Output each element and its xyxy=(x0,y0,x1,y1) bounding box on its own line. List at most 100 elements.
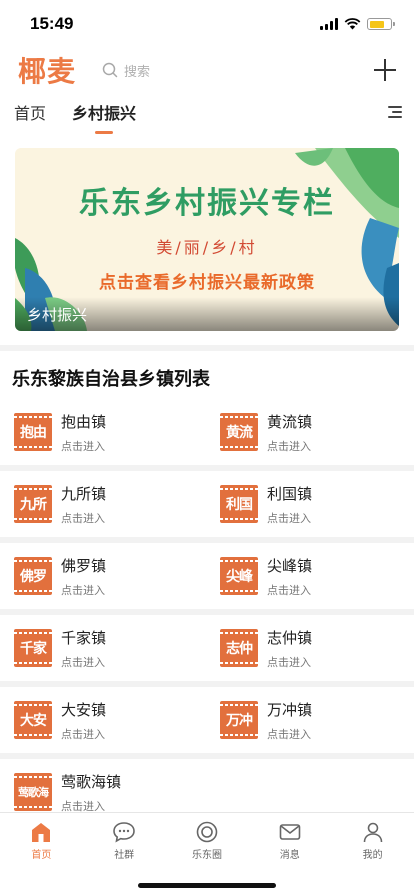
nav-ledong-circle-label: 乐东圈 xyxy=(191,850,222,861)
town-name: 大安镇 xyxy=(61,700,107,719)
town-name: 尖峰镇 xyxy=(267,556,313,575)
tabs-menu-icon[interactable] xyxy=(388,106,402,118)
home-icon xyxy=(32,823,51,842)
nav-profile[interactable]: 我的 xyxy=(331,813,414,863)
circle-icon xyxy=(196,821,218,843)
town-item[interactable]: 千家 千家镇 点击进入 xyxy=(0,615,207,681)
tab-rural-revitalization[interactable]: 乡村振兴 xyxy=(72,100,136,134)
wifi-icon xyxy=(344,18,361,30)
town-item[interactable]: 利国 利国镇点击进入 xyxy=(206,471,413,537)
status-bar: 15:49 xyxy=(0,0,414,48)
search-icon xyxy=(102,62,118,78)
town-hint: 点击进入 xyxy=(61,727,105,741)
town-info: 利国镇 点击进入 xyxy=(267,483,312,526)
section-title: 乐东黎族自治县乡镇列表 xyxy=(12,369,210,390)
nav-community-label: 社群 xyxy=(114,850,135,861)
town-logo: 万冲 xyxy=(220,701,258,739)
town-item[interactable]: 万冲 万冲镇 点击进入 xyxy=(206,687,413,753)
town-item[interactable]: 大安 大安镇点击进入 xyxy=(0,687,207,753)
town-logo: 尖峰 xyxy=(220,557,258,595)
app-header: 椰麦 搜索 xyxy=(0,48,414,92)
town-item[interactable]: 抱由 抱由镇点击进入 xyxy=(0,399,207,465)
town-logo-text: 黄流 xyxy=(226,425,253,441)
town-info: 大安镇 点击进入 xyxy=(61,699,106,742)
banner-caption: 乡村振兴 xyxy=(27,306,88,324)
town-logo-text: 尖峰 xyxy=(226,569,253,585)
banner-subtitle: 美/丽/乡/村 xyxy=(156,238,258,257)
town-logo-text: 佛罗 xyxy=(20,569,47,585)
town-hint: 点击进入 xyxy=(61,583,105,597)
town-name: 万冲镇 xyxy=(267,700,313,719)
town-item[interactable]: 黄流 黄流镇 点击进入 xyxy=(206,399,413,465)
town-row: 佛罗 佛罗镇 点击进入 尖峰 尖峰镇 点击进入 xyxy=(0,543,414,615)
nav-messages-label: 消息 xyxy=(279,850,300,861)
town-row: 千家 千家镇 点击进入 志仲 志仲镇 点击进入 xyxy=(0,615,414,687)
chat-icon xyxy=(113,822,135,843)
nav-messages[interactable]: 消息 xyxy=(248,813,331,863)
nav-home[interactable]: 首页 xyxy=(0,813,83,863)
town-item[interactable]: 志仲 志仲镇点击进入 xyxy=(206,615,413,681)
nav-home-label: 首页 xyxy=(31,850,52,861)
tab-home[interactable]: 首页 xyxy=(14,100,46,134)
status-icons xyxy=(320,18,395,30)
search-bar[interactable]: 搜索 xyxy=(102,61,372,80)
town-logo: 志仲 xyxy=(220,629,258,667)
town-info: 万冲镇 点击进入 xyxy=(267,699,312,742)
battery-icon xyxy=(367,18,395,30)
town-hint: 点击进入 xyxy=(61,655,105,669)
town-name: 莺歌海镇 xyxy=(61,772,122,791)
town-row: 九所 九所镇 点击进入 利国 利国镇 点击进入 xyxy=(0,471,414,543)
town-logo: 抱由 xyxy=(14,413,52,451)
town-logo: 黄流 xyxy=(220,413,258,451)
town-info: 莺歌海镇 点击进入 xyxy=(61,771,121,814)
town-row: 大安 大安镇 点击进入 万冲 万冲镇 点击进入 xyxy=(0,687,414,759)
app-logo: 椰麦 xyxy=(18,55,77,88)
user-icon xyxy=(363,822,382,843)
town-logo-text: 万冲 xyxy=(226,713,253,729)
town-info: 九所镇 点击进入 xyxy=(61,483,106,526)
nav-ledong-circle[interactable]: 乐东圈 xyxy=(166,813,249,863)
banner-title: 乐东乡村振兴专栏 xyxy=(79,186,335,221)
home-indicator xyxy=(138,883,276,888)
town-logo: 佛罗 xyxy=(14,557,52,595)
town-info: 黄流镇 点击进入 xyxy=(267,411,312,454)
status-time: 15:49 xyxy=(30,14,74,33)
town-logo: 九所 xyxy=(14,485,52,523)
town-name: 利国镇 xyxy=(267,484,313,503)
town-logo-text: 九所 xyxy=(20,497,47,513)
tab-bar: 首页 乡村振兴 xyxy=(0,92,414,136)
town-item[interactable]: 九所 九所镇点击进入 xyxy=(0,471,207,537)
town-info: 千家镇 点击进入 xyxy=(61,627,106,670)
town-info: 佛罗镇 点击进入 xyxy=(61,555,106,598)
town-item[interactable]: 佛罗 佛罗镇点击进入 xyxy=(0,543,207,609)
town-row: 抱由 抱由镇 点击进入 黄流 黄流镇 点击进入 xyxy=(0,399,414,471)
town-name: 志仲镇 xyxy=(267,628,313,647)
nav-community[interactable]: 社群 xyxy=(83,813,166,863)
bottom-nav: 首页 社群 乐东圈 消息 我的 xyxy=(0,812,414,896)
town-info: 志仲镇 点击进入 xyxy=(267,627,312,670)
town-logo-text: 抱由 xyxy=(20,425,47,441)
town-name: 黄流镇 xyxy=(267,412,313,431)
town-list: 抱由 抱由镇 点击进入 黄流 黄流镇 点击进入 九所 九所镇 点击进入 利国 利国镇 点击进入 佛罗 佛罗… xyxy=(0,399,414,831)
town-hint: 点击进入 xyxy=(267,583,311,597)
town-info: 尖峰镇 点击进入 xyxy=(267,555,312,598)
town-name: 千家镇 xyxy=(61,628,107,647)
mail-icon xyxy=(279,824,301,840)
town-name: 抱由镇 xyxy=(61,412,107,431)
town-hint: 点击进入 xyxy=(61,511,105,525)
town-logo: 大安 xyxy=(14,701,52,739)
nav-profile-label: 我的 xyxy=(362,850,383,861)
add-button[interactable] xyxy=(372,57,398,83)
town-hint: 点击进入 xyxy=(267,655,311,669)
town-name: 佛罗镇 xyxy=(61,556,107,575)
town-logo-text: 志仲 xyxy=(226,641,253,657)
town-logo-text: 利国 xyxy=(226,497,253,513)
town-name: 九所镇 xyxy=(61,484,107,503)
town-info: 抱由镇 点击进入 xyxy=(61,411,106,454)
town-hint: 点击进入 xyxy=(267,511,311,525)
banner[interactable]: 乐东乡村振兴专栏 美/丽/乡/村 点击查看乡村振兴最新政策 乡村振兴 xyxy=(15,148,399,331)
town-hint: 点击进入 xyxy=(61,439,105,453)
banner-wrapper: 乐东乡村振兴专栏 美/丽/乡/村 点击查看乡村振兴最新政策 乡村振兴 xyxy=(0,136,414,345)
town-item[interactable]: 尖峰 尖峰镇点击进入 xyxy=(206,543,413,609)
banner-cta: 点击查看乡村振兴最新政策 xyxy=(99,273,315,293)
